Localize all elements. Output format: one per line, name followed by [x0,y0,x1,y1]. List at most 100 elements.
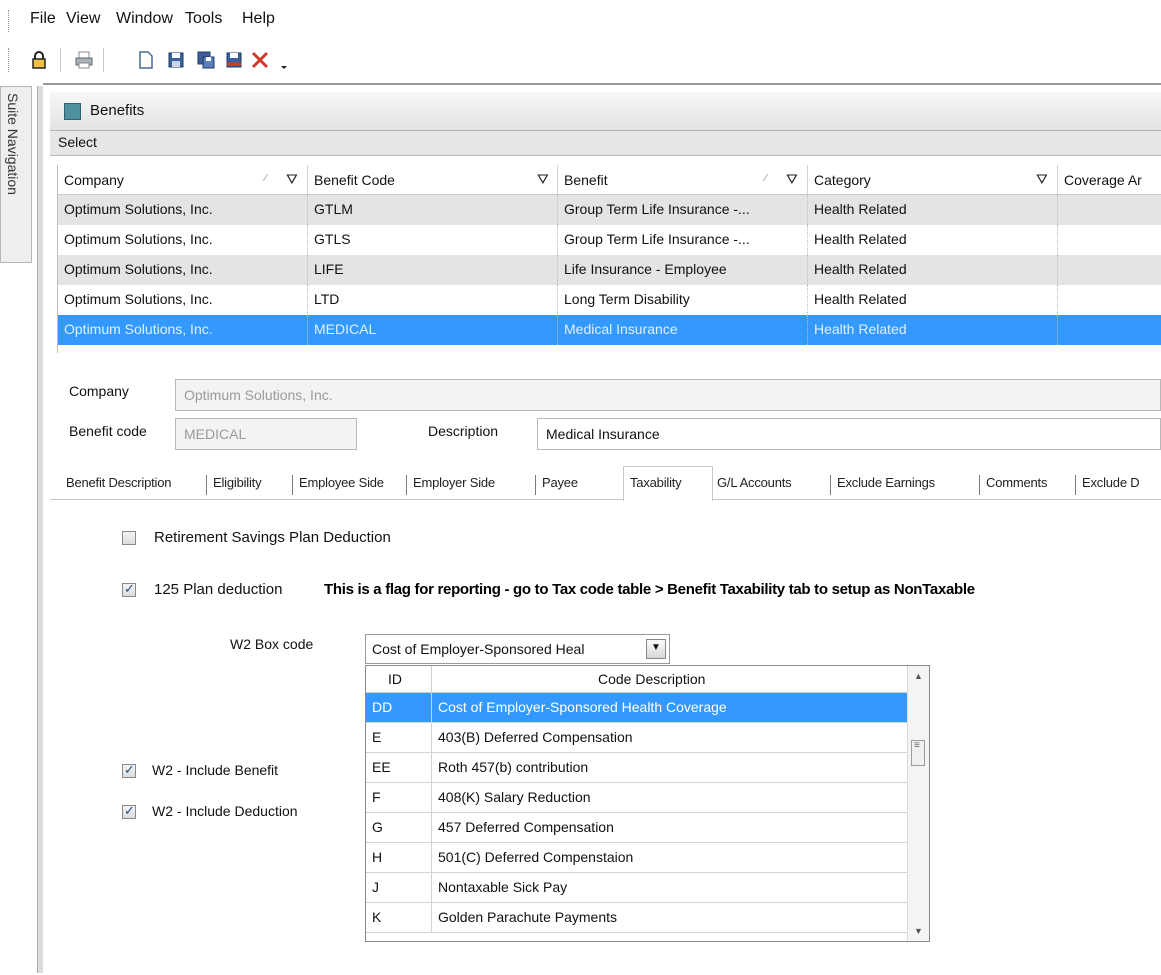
dropdown-header-description: Code Description [432,666,908,693]
toolbar-separator [60,48,61,72]
option-description: 457 Deferred Compensation [432,813,908,843]
save-close-icon[interactable] [222,48,246,72]
tab-payee[interactable]: Payee [542,475,578,490]
tab-separator [979,475,980,495]
delete-icon[interactable] [248,48,272,72]
save-icon[interactable] [164,48,188,72]
save-as-icon[interactable] [194,48,218,72]
column-header-coverage[interactable]: Coverage Ar [1058,165,1161,195]
print-icon[interactable] [72,48,96,72]
tab-gl-accounts[interactable]: G/L Accounts [717,475,792,490]
scroll-up-icon[interactable]: ▲ [914,671,923,681]
tab-employer-side[interactable]: Employer Side [413,475,495,490]
w2-box-code-select[interactable]: Cost of Employer-Sponsored Heal ▼ [365,634,670,664]
suite-navigation-label: Suite Navigation [5,93,21,195]
table-row[interactable]: Optimum Solutions, Inc. GTLS Group Term … [58,225,1161,255]
column-header-label: Benefit [564,172,608,188]
w2-include-deduction-checkbox[interactable]: ✓ [122,803,136,819]
dropdown-scrollbar[interactable]: ▲ ≡ ▼ [907,666,929,941]
cell-category: Health Related [808,255,1058,285]
table-row[interactable]: Optimum Solutions, Inc. LTD Long Term Di… [58,285,1161,315]
plan125-label: 125 Plan deduction [154,581,283,598]
filter-icon[interactable]: ⛛ [286,171,298,188]
cell-benefit: Group Term Life Insurance -... [558,225,808,255]
lock-icon[interactable] [27,48,51,72]
menu-bar: File View Window Tools Help [0,0,1161,40]
w2-box-code-dropdown: ID Code Description DD Cost of Employer-… [365,665,930,942]
table-row[interactable]: Optimum Solutions, Inc. GTLM Group Term … [58,195,1161,225]
dropdown-option[interactable]: G 457 Deferred Compensation [366,813,908,843]
option-description: Roth 457(b) contribution [432,753,908,783]
menu-help[interactable]: Help [242,10,275,28]
tab-employee-side[interactable]: Employee Side [299,475,384,490]
column-header-benefit-code[interactable]: Benefit Code ⛛ [308,165,558,195]
option-description: Nontaxable Sick Pay [432,873,908,903]
w2-include-benefit-checkbox[interactable]: ✓ [122,762,136,778]
description-field[interactable]: Medical Insurance [537,418,1161,450]
scrollbar-thumb[interactable]: ≡ [911,740,925,766]
description-label: Description [428,423,499,439]
option-description: Golden Parachute Payments [432,903,908,933]
table-row-selected[interactable]: Optimum Solutions, Inc. MEDICAL Medical … [58,315,1161,345]
toolbar-grip[interactable] [8,48,12,72]
new-document-icon[interactable] [134,48,158,72]
option-description: 403(B) Deferred Compensation [432,723,908,753]
chevron-down-icon: ▼ [651,642,661,653]
benefit-code-field[interactable]: MEDICAL [175,418,357,450]
scroll-down-icon[interactable]: ▼ [914,926,923,936]
select-bar: Select [50,131,1161,156]
w2-box-code-value: Cost of Employer-Sponsored Heal [372,641,585,657]
tab-taxability[interactable]: Taxability [630,475,682,490]
company-field[interactable]: Optimum Solutions, Inc. [175,379,1161,411]
cell-benefit-code: LTD [308,285,558,315]
cell-coverage [1058,255,1161,285]
overflow-icon[interactable] [272,48,296,72]
menu-view[interactable]: View [66,10,100,28]
column-header-company[interactable]: Company ⁄ ⛛ [58,165,308,195]
option-id: EE [366,753,432,783]
dropdown-option[interactable]: H 501(C) Deferred Compenstaion [366,843,908,873]
menu-grip[interactable] [8,10,12,32]
filter-icon[interactable]: ⛛ [537,171,549,188]
cell-coverage [1058,225,1161,255]
menu-file[interactable]: File [30,10,56,28]
option-id: G [366,813,432,843]
tab-comments[interactable]: Comments [986,475,1047,490]
tab-eligibility[interactable]: Eligibility [213,475,262,490]
dropdown-button[interactable]: ▼ [646,639,666,659]
dropdown-option[interactable]: DD Cost of Employer-Sponsored Health Cov… [366,693,908,723]
plan125-checkbox[interactable]: ✓ [122,581,136,597]
filter-icon[interactable]: ⛛ [1036,171,1048,188]
retirement-savings-checkbox[interactable] [122,531,136,545]
cell-benefit-code: GTLS [308,225,558,255]
option-id: E [366,723,432,753]
dropdown-option[interactable]: EE Roth 457(b) contribution [366,753,908,783]
cell-category: Health Related [808,195,1058,225]
cell-company: Optimum Solutions, Inc. [58,285,308,315]
dropdown-option[interactable]: F 408(K) Salary Reduction [366,783,908,813]
column-header-category[interactable]: Category ⛛ [808,165,1058,195]
cell-category: Health Related [808,315,1058,345]
dropdown-option[interactable]: E 403(B) Deferred Compensation [366,723,908,753]
cell-category: Health Related [808,285,1058,315]
column-header-label: Coverage Ar [1064,172,1142,188]
option-description: 408(K) Salary Reduction [432,783,908,813]
tab-exclude-d[interactable]: Exclude D [1082,475,1140,490]
column-header-label: Benefit Code [314,172,395,188]
column-header-benefit[interactable]: Benefit ⁄ ⛛ [558,165,808,195]
sort-icon: ⁄ [765,173,767,184]
table-row[interactable]: Optimum Solutions, Inc. LIFE Life Insura… [58,255,1161,285]
column-header-label: Category [814,172,871,188]
select-label: Select [58,134,97,150]
suite-navigation-tab[interactable]: Suite Navigation [0,86,32,263]
menu-tools[interactable]: Tools [185,10,222,28]
option-id: J [366,873,432,903]
tab-separator [1075,475,1076,495]
tab-exclude-earnings[interactable]: Exclude Earnings [837,475,935,490]
dropdown-option[interactable]: J Nontaxable Sick Pay [366,873,908,903]
tab-benefit-description[interactable]: Benefit Description [66,475,172,490]
dropdown-option[interactable]: K Golden Parachute Payments [366,903,908,933]
filter-icon[interactable]: ⛛ [786,171,798,188]
reporting-notice: This is a flag for reporting - go to Tax… [324,581,975,598]
menu-window[interactable]: Window [116,10,173,28]
